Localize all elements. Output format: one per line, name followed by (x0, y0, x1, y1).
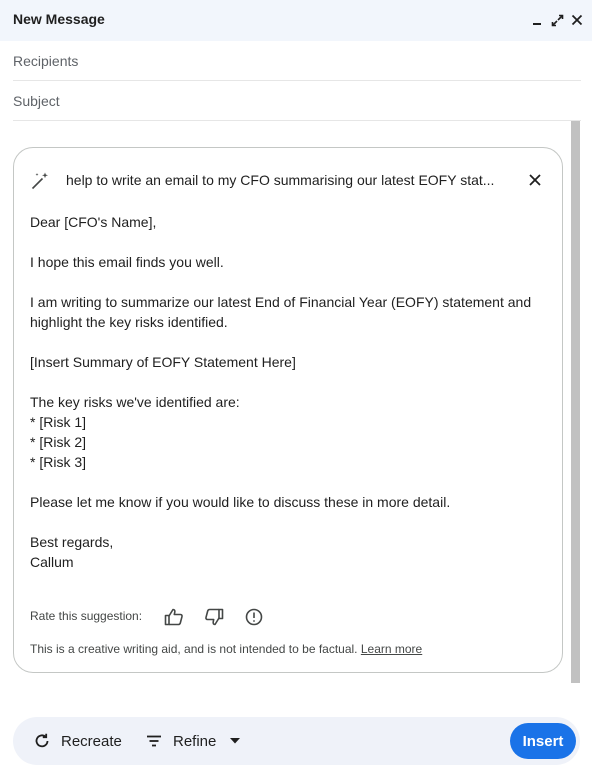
recipients-placeholder: Recipients (13, 53, 79, 69)
expand-icon[interactable] (549, 11, 565, 29)
body-line (30, 332, 552, 352)
learn-more-link[interactable]: Learn more (361, 642, 422, 656)
subject-field[interactable]: Subject (13, 81, 581, 121)
thumbs-up-icon[interactable] (164, 607, 184, 627)
close-icon[interactable] (569, 11, 585, 29)
dropdown-arrow-icon (230, 738, 241, 744)
body-line: * [Risk 2] (30, 434, 87, 450)
body-line: [Insert Summary of EOFY Statement Here] (30, 354, 296, 370)
disclaimer-text: This is a creative writing aid, and is n… (30, 642, 358, 656)
refine-label: Refine (173, 732, 217, 750)
body-line: * [Risk 1] (30, 414, 87, 430)
scrollbar[interactable] (571, 121, 580, 683)
disclaimer: This is a creative writing aid, and is n… (30, 642, 422, 656)
recipients-field[interactable]: Recipients (13, 41, 581, 81)
body-line: I am writing to summarize our latest End… (30, 294, 532, 310)
compose-header: New Message (0, 0, 592, 41)
body-line: * [Risk 3] (30, 454, 87, 470)
body-line (30, 272, 552, 292)
generated-email-body: Dear [CFO's Name], I hope this email fin… (30, 212, 552, 572)
body-line: The key risks we've identified are: (30, 394, 240, 410)
magic-wand-icon (30, 171, 50, 191)
compose-title: New Message (13, 11, 105, 27)
body-line (30, 512, 552, 532)
subject-placeholder: Subject (13, 93, 60, 109)
minimize-icon[interactable] (529, 11, 545, 29)
body-line: I hope this email finds you well. (30, 254, 224, 270)
report-icon[interactable] (244, 607, 264, 627)
refresh-icon (33, 732, 51, 750)
body-line: Please let me know if you would like to … (30, 494, 451, 510)
action-bar: Recreate Refine Insert (13, 717, 580, 765)
prompt-row: help to write an email to my CFO summari… (14, 148, 564, 212)
body-line (30, 372, 552, 392)
body-line: Best regards, (30, 534, 114, 550)
help-me-write-card: help to write an email to my CFO summari… (13, 147, 563, 673)
thumbs-down-icon[interactable] (204, 607, 224, 627)
close-icon[interactable] (527, 172, 543, 188)
refine-button[interactable]: Refine (145, 729, 241, 753)
body-line: Dear [CFO's Name], (30, 214, 157, 230)
recreate-button[interactable]: Recreate (33, 729, 122, 753)
rate-label: Rate this suggestion: (30, 609, 143, 623)
recreate-label: Recreate (61, 732, 122, 750)
body-line: highlight the key risks identified. (30, 314, 228, 330)
insert-button[interactable]: Insert (510, 723, 576, 759)
body-line (30, 232, 552, 252)
filter-icon (145, 732, 163, 750)
body-line (30, 472, 552, 492)
prompt-text[interactable]: help to write an email to my CFO summari… (66, 172, 506, 188)
body-line: Callum (30, 554, 74, 570)
